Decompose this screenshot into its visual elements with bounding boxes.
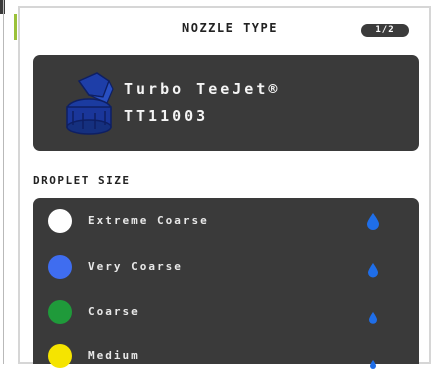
- droplet-label: Medium: [88, 349, 140, 362]
- nozzle-card[interactable]: Turbo TeeJet® TT11003: [33, 55, 419, 151]
- nozzle-code: TT11003: [124, 107, 209, 125]
- droplet-label: Coarse: [88, 305, 140, 318]
- color-swatch: [48, 300, 72, 324]
- page-indicator-badge[interactable]: 1/2: [361, 24, 409, 37]
- droplet-row-medium[interactable]: Medium: [33, 334, 419, 378]
- edge-divider: [3, 0, 4, 364]
- droplet-label: Extreme Coarse: [88, 214, 209, 227]
- droplet-size-list: Extreme Coarse Very Coarse Coarse Medium: [33, 198, 419, 369]
- color-swatch: [48, 209, 72, 233]
- droplet-row-very-coarse[interactable]: Very Coarse: [33, 245, 419, 289]
- water-drop-icon: [369, 312, 377, 324]
- selection-indicator: [14, 14, 17, 40]
- color-swatch: [48, 344, 72, 368]
- droplet-row-extreme-coarse[interactable]: Extreme Coarse: [33, 199, 419, 243]
- nozzle-name: Turbo TeeJet®: [124, 80, 281, 98]
- color-swatch: [48, 255, 72, 279]
- page-title: NOZZLE TYPE: [182, 21, 278, 35]
- droplet-label: Very Coarse: [88, 260, 183, 273]
- water-drop-icon: [367, 213, 379, 230]
- water-drop-icon: [370, 360, 376, 369]
- droplet-size-heading: DROPLET SIZE: [33, 174, 131, 187]
- water-drop-icon: [368, 263, 378, 278]
- droplet-row-coarse[interactable]: Coarse: [33, 290, 419, 334]
- nozzle-icon: [66, 72, 114, 135]
